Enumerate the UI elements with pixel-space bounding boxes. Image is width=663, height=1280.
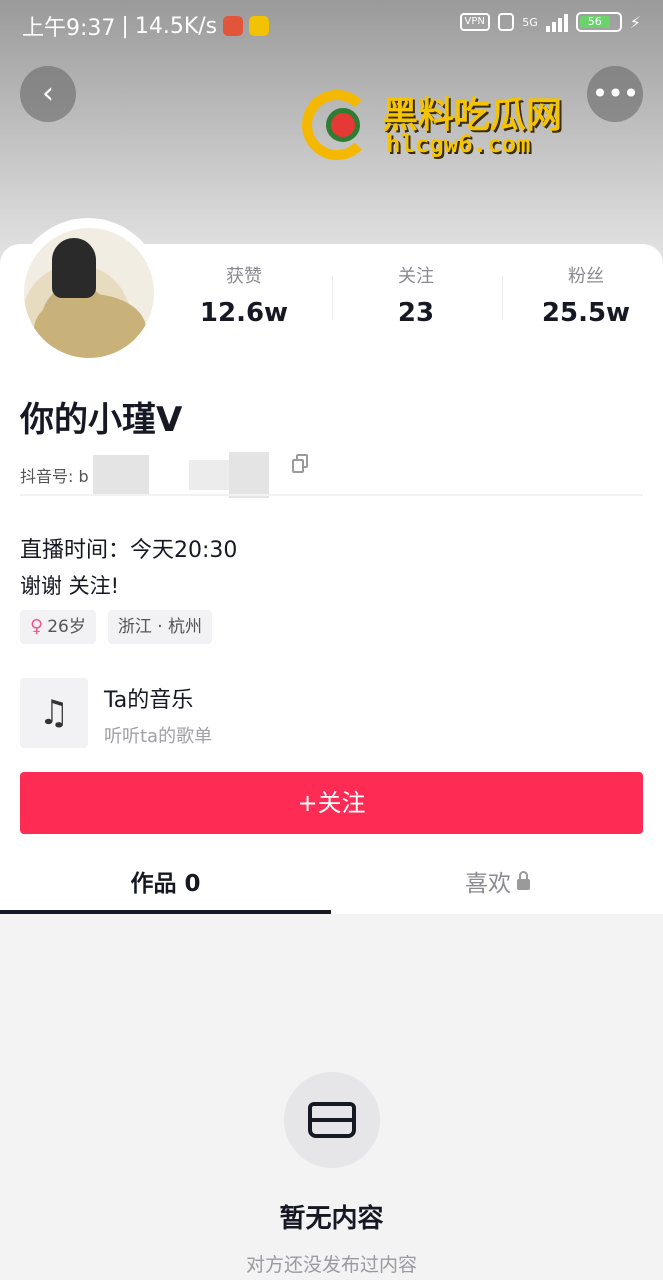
avatar-hair [52,238,96,298]
age-label: 26岁 [47,617,86,637]
stat-label: 关注 [398,266,434,287]
stat-followers[interactable]: 粉丝 25.5w [502,262,663,328]
more-button[interactable]: ••• [587,66,643,122]
tab-label: 喜欢 [465,871,511,897]
empty-state-title: 暂无内容 [279,1204,384,1234]
network-type: 5G [522,15,538,29]
music-title: Ta的音乐 [104,688,194,713]
music-card[interactable]: ♫ Ta的音乐 听听ta的歌单 [20,678,440,750]
watermelon-icon [326,108,360,142]
status-separator: | [121,13,129,39]
stat-value: 12.6w [199,298,289,328]
bio: 谢谢 关注! [20,574,120,598]
notification-app-icon [249,16,270,36]
empty-state-icon-bg [284,1072,380,1168]
follow-button[interactable]: +关注 [20,772,643,834]
back-button[interactable]: ‹ [20,66,76,122]
inbox-icon [308,1102,356,1138]
douyin-id: 抖音号: b [20,452,269,498]
redacted-block [92,455,149,495]
tab-indicator [0,910,331,914]
tab-works[interactable]: 作品 0 [0,864,331,898]
live-time: 直播时间：今天20:30 [20,538,238,563]
age-tag: ♀ 26岁 [20,610,96,644]
content-tabs: 作品 0 喜欢 [0,856,663,914]
tab-label: 作品 0 [130,871,201,897]
redacted-block [188,460,229,490]
avatar-figure [34,294,146,358]
watermark: 黑料吃瓜网 hlcgw6.com [302,86,574,166]
music-subtitle: 听听ta的歌单 [104,726,213,747]
watermark-url: hlcgw6.com [386,130,531,158]
empty-state-subtitle: 对方还没发布过内容 [245,1254,417,1276]
stat-value: 25.5w [541,298,631,328]
vpn-icon: VPN [459,13,490,31]
profile-stats: 获赞 12.6w 关注 23 粉丝 25.5w [160,262,663,332]
stat-label: 获赞 [226,266,262,287]
divider [20,494,643,496]
stat-following[interactable]: 关注 23 [332,262,500,328]
stat-value: 23 [397,298,435,328]
status-bar: 上午9:37 | 14.5K/s VPN 5G 56 ⚡ [0,0,663,46]
lock-icon [517,871,530,890]
status-left: 上午9:37 | 14.5K/s [22,10,270,42]
douyin-id-prefix: 抖音号: b [20,467,89,486]
music-note-icon: ♫ [20,678,88,748]
status-speed: 14.5K/s [134,13,218,39]
copy-icon[interactable] [292,454,310,474]
battery-icon: 56 [575,12,622,32]
stat-label: 粉丝 [568,266,604,287]
avatar[interactable] [24,228,154,358]
redacted-block [228,452,269,498]
status-right: VPN 5G 56 ⚡ [459,12,641,32]
battery-level: 56 [579,16,610,28]
hd-icon [497,13,515,31]
profile-tags: ♀ 26岁 浙江 · 杭州 [20,610,213,644]
status-time: 上午9:37 [22,16,116,41]
female-icon: ♀ [30,616,44,637]
location-label: 浙江 · 杭州 [117,617,203,637]
more-dots-icon: ••• [591,77,640,110]
nickname: 你的小瑾V [20,400,183,440]
charging-icon: ⚡ [629,12,641,32]
stat-likes[interactable]: 获赞 12.6w [160,262,328,328]
notification-app-icon [223,16,244,36]
signal-icon [545,12,568,32]
location-tag: 浙江 · 杭州 [107,610,213,644]
tab-likes[interactable]: 喜欢 [332,864,663,898]
chevron-left-icon: ‹ [42,76,54,111]
